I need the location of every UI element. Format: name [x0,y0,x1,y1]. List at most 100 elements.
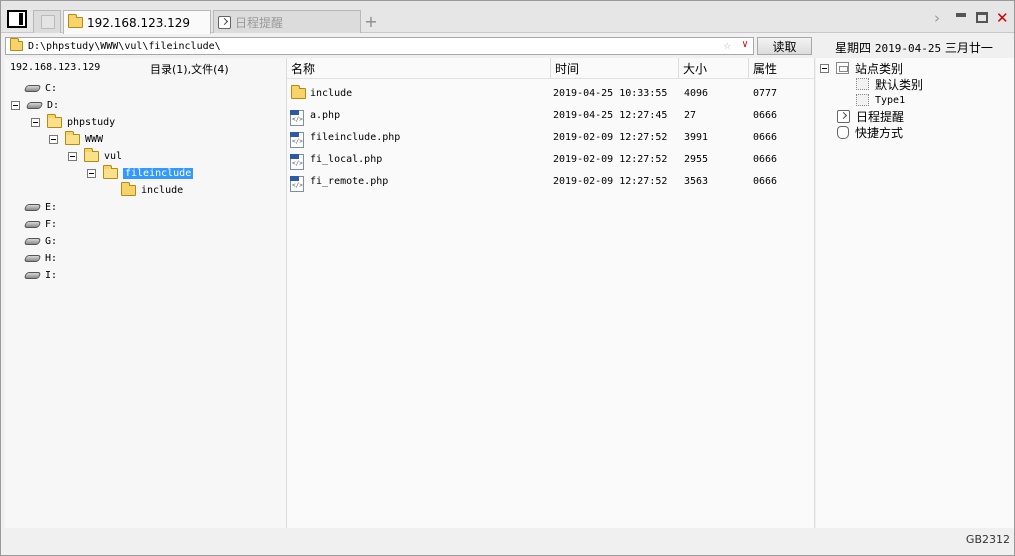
tree-item-label: C: [45,82,58,94]
php-file-icon [290,154,304,170]
category-item-icon [856,94,869,106]
drive-icon [25,101,44,109]
drive-icon [23,237,42,245]
collapse-toggle-icon[interactable] [31,117,40,127]
tree-item-d-drive[interactable]: D: [11,97,59,113]
file-size: 2955 [684,154,709,165]
column-header-time[interactable]: 时间 [551,58,679,79]
table-row[interactable]: a.php 2019-04-25 12:27:45 27 0666 [287,104,815,126]
file-name: fileinclude.php [310,132,401,143]
tree-item-phpstudy[interactable]: phpstudy [31,113,115,130]
drive-icon [23,84,42,92]
tree-item-e-drive[interactable]: E: [23,199,57,215]
tree-item-label: G: [45,235,58,247]
file-attr: 0777 [753,88,778,99]
tree-item-fileinclude[interactable]: fileinclude [87,164,194,181]
file-time: 2019-04-25 10:33:55 [553,88,668,99]
tab-schedule-label: 日程提醒 [235,15,284,30]
schedule-icon [218,15,231,29]
category-icon [836,62,849,74]
tree-item-label: H: [45,252,58,264]
tree-item-include[interactable]: include [121,181,184,198]
file-attr: 0666 [753,110,778,121]
file-list-pane: 名称 时间 大小 属性 include 2019-04-25 10:33:55 … [287,58,815,528]
sidebar-item-site-category[interactable]: 站点类别 [820,60,903,76]
tree-item-vul[interactable]: vul [68,147,123,164]
status-bar: GB2312 [1,529,1014,549]
drive-icon [23,220,42,228]
table-row[interactable]: fi_local.php 2019-02-09 12:27:52 2955 06… [287,148,815,170]
collapse-toggle-icon[interactable] [11,100,20,110]
sidebar-item-type1[interactable]: Type1 [856,92,905,108]
sidebar-item-default-category[interactable]: 默认类别 [856,76,923,92]
sidebar-item-label: 日程提醒 [856,109,905,124]
collapse-toggle-icon[interactable] [68,151,77,161]
date-display: 星期四 2019-04-25 三月廿一 [835,39,993,56]
collapse-toggle-icon[interactable] [49,134,58,144]
sidebar-item-label: 快捷方式 [855,125,904,140]
sidebar-item-shortcuts[interactable]: 快捷方式 [837,124,903,140]
maximize-icon[interactable] [976,12,988,23]
next-tab-icon[interactable]: › [934,9,940,27]
drive-icon [23,271,42,279]
weekday-text: 星期四 [835,41,872,55]
file-size: 4096 [684,88,709,99]
column-header-attr[interactable]: 属性 [749,58,815,79]
tree-header: 192.168.123.129 目录(1),文件(4) [5,58,287,78]
tree-item-i-drive[interactable]: I: [23,267,57,283]
tab-host[interactable]: 192.168.123.129 [63,10,211,34]
panel-toggle-icon[interactable] [7,10,27,28]
file-attr: 0666 [753,176,778,187]
php-file-icon [290,176,304,192]
path-input[interactable]: D:\phpstudy\WWW\vul\fileinclude\ ☆ ∨ [5,37,754,55]
blank-page-icon [41,15,55,29]
drive-icon [23,254,42,262]
host-label: 192.168.123.129 [10,62,101,73]
minimize-icon[interactable] [956,13,966,17]
tree-item-label: WWW [85,133,104,145]
folder-open-icon [103,164,118,179]
sidebar-item-label: 默认类别 [875,77,924,92]
encoding-label[interactable]: GB2312 [966,533,1010,546]
column-header-name[interactable]: 名称 [287,58,551,79]
table-row[interactable]: include 2019-04-25 10:33:55 4096 0777 [287,82,815,104]
tree-item-h-drive[interactable]: H: [23,250,58,266]
tree-item-label: vul [104,150,123,162]
tab-blank[interactable] [33,10,61,33]
file-size: 3563 [684,176,709,187]
tree-item-c-drive[interactable]: C: [23,80,58,96]
collapse-toggle-icon[interactable] [87,168,96,178]
read-button[interactable]: 读取 [757,37,812,55]
file-time: 2019-02-09 12:27:52 [553,132,668,143]
folder-open-icon [84,147,99,162]
file-time: 2019-02-09 12:27:52 [553,176,668,187]
collapse-toggle-icon[interactable] [820,63,829,73]
item-counts: 目录(1),文件(4) [150,63,229,76]
file-size: 27 [684,110,697,121]
file-attr: 0666 [753,154,778,165]
tree-item-label: D: [47,99,60,111]
add-tab-button[interactable]: + [364,12,378,31]
tree-item-f-drive[interactable]: F: [23,216,58,232]
file-name: fi_remote.php [310,176,389,187]
main-window: 192.168.123.129 日程提醒 + › ✕ D:\phpstudy\W… [0,0,1015,556]
table-row[interactable]: fileinclude.php 2019-02-09 12:27:52 3991… [287,126,815,148]
close-icon[interactable]: ✕ [996,9,1009,27]
tree-item-label: include [141,184,184,196]
favorite-star-icon[interactable]: ☆ [724,38,731,52]
tab-schedule[interactable]: 日程提醒 [213,10,361,33]
sidebar-item-schedule[interactable]: 日程提醒 [837,108,904,124]
tree-item-g-drive[interactable]: G: [23,233,58,249]
tree-item-label-selected: fileinclude [123,167,194,179]
drive-icon [23,203,42,211]
column-header-size[interactable]: 大小 [679,58,749,79]
sidebar-item-label: Type1 [875,94,906,106]
directory-tree-pane: 192.168.123.129 目录(1),文件(4) C: D: phpstu… [5,58,287,528]
chevron-down-icon[interactable]: ∨ [742,39,748,50]
table-row[interactable]: fi_remote.php 2019-02-09 12:27:52 3563 0… [287,170,815,192]
tab-bar: 192.168.123.129 日程提醒 + › ✕ [1,1,1014,34]
tree-item-label: F: [45,218,58,230]
tree-item-www[interactable]: WWW [49,130,104,147]
folder-open-icon [47,113,62,128]
lunar-date-text: 三月廿一 [944,41,993,55]
